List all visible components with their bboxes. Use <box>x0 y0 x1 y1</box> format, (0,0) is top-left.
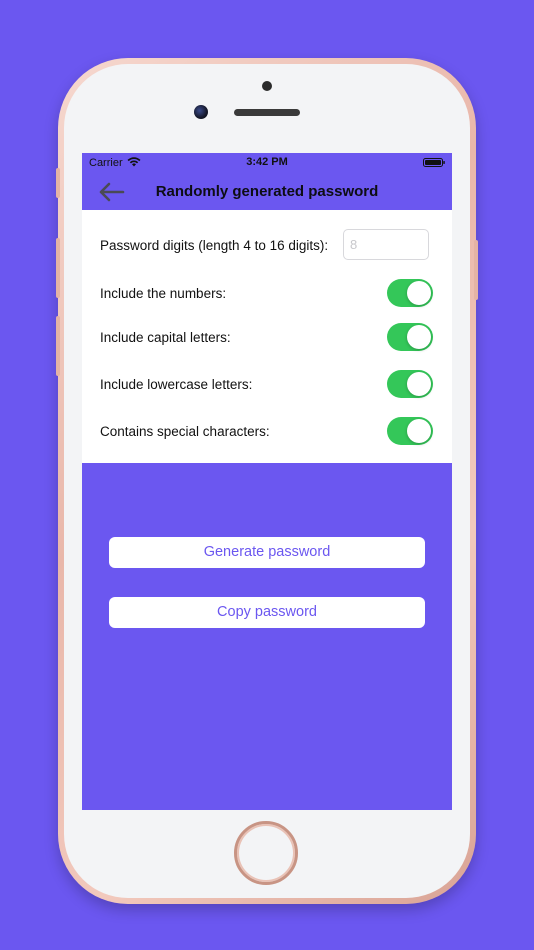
password-digits-label: Password digits (length 4 to 16 digits): <box>100 238 329 253</box>
home-button[interactable] <box>234 821 298 885</box>
include-numbers-toggle[interactable] <box>387 279 433 307</box>
volume-up-button <box>56 238 60 298</box>
include-capital-toggle[interactable] <box>387 323 433 351</box>
include-lowercase-row: Include lowercase letters: <box>100 370 440 400</box>
navigation-bar: Randomly generated password <box>82 173 452 211</box>
toggle-knob <box>407 419 431 443</box>
battery-icon <box>423 158 445 167</box>
status-time: 3:42 PM <box>246 156 288 168</box>
include-lowercase-label: Include lowercase letters: <box>100 377 253 392</box>
include-capital-label: Include capital letters: <box>100 330 231 345</box>
proximity-sensor <box>262 81 272 91</box>
special-characters-toggle[interactable] <box>387 417 433 445</box>
include-lowercase-toggle[interactable] <box>387 370 433 398</box>
power-button <box>474 240 478 300</box>
earpiece-speaker <box>234 109 300 116</box>
page-title: Randomly generated password <box>155 183 379 200</box>
include-capital-row: Include capital letters: <box>100 323 440 353</box>
front-camera <box>194 105 208 119</box>
volume-down-button <box>56 316 60 376</box>
status-bar: Carrier 3:42 PM <box>82 153 452 173</box>
generate-password-button[interactable]: Generate password <box>109 537 425 568</box>
toggle-knob <box>407 372 431 396</box>
include-numbers-label: Include the numbers: <box>100 286 227 301</box>
password-digits-input[interactable] <box>343 229 429 260</box>
special-characters-row: Contains special characters: <box>100 417 440 447</box>
password-digits-row: Password digits (length 4 to 16 digits): <box>100 229 440 261</box>
toggle-knob <box>407 281 431 305</box>
toggle-knob <box>407 325 431 349</box>
copy-password-button[interactable]: Copy password <box>109 597 425 628</box>
include-numbers-row: Include the numbers: <box>100 279 440 309</box>
settings-panel: Password digits (length 4 to 16 digits):… <box>82 210 452 463</box>
special-characters-label: Contains special characters: <box>100 424 270 439</box>
silent-switch <box>56 168 60 198</box>
app-screen: Carrier 3:42 PM Randomly generated passw… <box>82 153 452 810</box>
